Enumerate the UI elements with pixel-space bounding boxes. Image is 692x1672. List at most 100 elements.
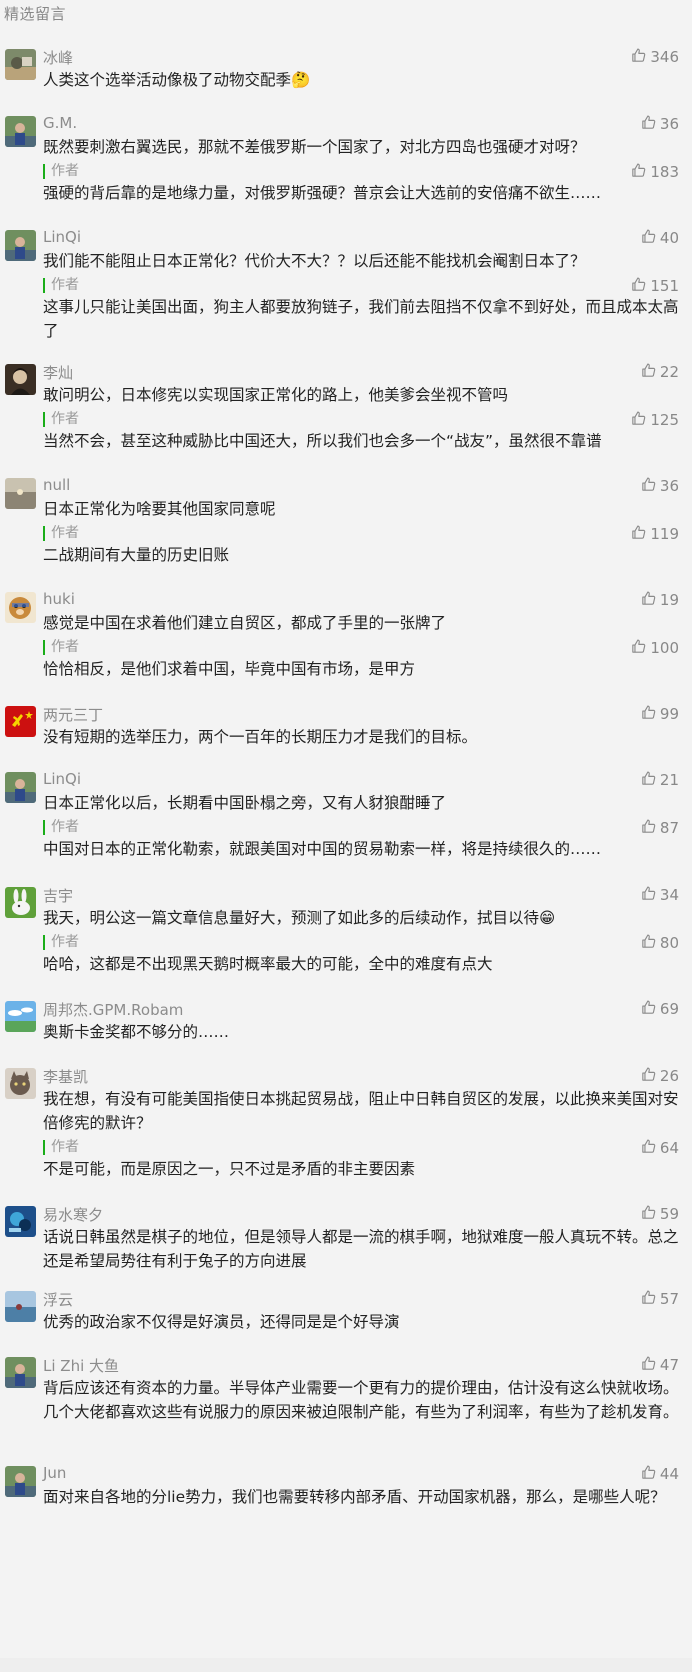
like-button[interactable]: 21 xyxy=(640,770,679,790)
comment-text: 我在想，有没有可能美国指使日本挑起贸易战，阻止中日韩自贸区的发展，以此换来美国对… xyxy=(43,1090,679,1132)
author-reply-tag: 作者 xyxy=(43,640,79,655)
comment-nickname[interactable]: 浮云 xyxy=(43,1289,73,1310)
reply-like-count: 87 xyxy=(659,819,679,837)
comment-nickname[interactable]: 冰峰 xyxy=(43,47,73,68)
comment-nickname[interactable]: LinQi xyxy=(43,770,81,788)
like-button[interactable]: 59 xyxy=(640,1204,679,1224)
thumbs-up-icon xyxy=(630,638,647,659)
author-reply-text: 哈哈，这都是不出现黑天鹅时概率最大的可能，全中的难度有点大 xyxy=(43,955,493,973)
thumbs-up-icon xyxy=(630,276,647,297)
thumbs-up-icon xyxy=(640,999,657,1020)
reply-like-button[interactable]: 64 xyxy=(640,1138,679,1158)
like-button[interactable]: 36 xyxy=(640,476,679,496)
comment-nickname[interactable]: LinQi xyxy=(43,228,81,246)
author-reply-tag: 作者 xyxy=(43,278,79,293)
like-button[interactable]: 19 xyxy=(640,590,679,610)
reply-like-count: 125 xyxy=(650,411,679,429)
sky-avatar[interactable] xyxy=(5,1001,36,1032)
like-count: 47 xyxy=(659,1356,679,1374)
blue-art-avatar[interactable] xyxy=(5,1206,36,1237)
thumbs-up-icon xyxy=(630,162,647,183)
author-reply-tag: 作者 xyxy=(43,820,79,835)
dog-avatar[interactable] xyxy=(5,592,36,623)
thumbs-up-icon xyxy=(640,770,657,791)
red-flag-avatar[interactable] xyxy=(5,706,36,737)
reply-like-count: 151 xyxy=(650,277,679,295)
reply-like-button[interactable]: 125 xyxy=(630,410,679,430)
thumbs-up-icon xyxy=(640,1066,657,1087)
like-count: 19 xyxy=(659,591,679,609)
author-reply-text: 强硬的背后靠的是地缘力量，对俄罗斯强硬？普京会让大选前的安倍痛不欲生…… xyxy=(43,184,602,202)
person-avatar[interactable] xyxy=(5,116,36,147)
like-button[interactable]: 44 xyxy=(640,1464,679,1484)
thumbs-up-icon xyxy=(640,1464,657,1485)
author-reply-text: 不是可能，而是原因之一，只不过是矛盾的非主要因素 xyxy=(43,1160,416,1178)
like-button[interactable]: 36 xyxy=(640,114,679,134)
like-count: 44 xyxy=(659,1465,679,1483)
comment-nickname[interactable]: 李基凯 xyxy=(43,1066,88,1087)
like-count: 59 xyxy=(659,1205,679,1223)
comment-nickname[interactable]: G.M. xyxy=(43,114,77,132)
thumbs-up-icon xyxy=(640,228,657,249)
like-count: 346 xyxy=(650,48,679,66)
comment-nickname[interactable]: 两元三丁 xyxy=(43,704,103,725)
thumbs-up-icon xyxy=(630,47,647,68)
comment-nickname[interactable]: 周邦杰.GPM.Robam xyxy=(43,999,183,1020)
rabbit-avatar[interactable] xyxy=(5,887,36,918)
like-count: 26 xyxy=(659,1067,679,1085)
person-avatar[interactable] xyxy=(5,1466,36,1497)
like-button[interactable]: 22 xyxy=(640,362,679,382)
comment-text: 背后应该还有资本的力量。半导体产业需要一个更有力的提价理由，估计没有这么快就收场… xyxy=(43,1379,679,1421)
like-count: 57 xyxy=(659,1290,679,1308)
reply-like-button[interactable]: 87 xyxy=(640,818,679,838)
reply-like-button[interactable]: 183 xyxy=(630,162,679,182)
thumbs-up-icon xyxy=(640,885,657,906)
reply-like-button[interactable]: 119 xyxy=(630,524,679,544)
comment-nickname[interactable]: huki xyxy=(43,590,75,608)
reply-like-button[interactable]: 100 xyxy=(630,638,679,658)
author-reply-tag: 作者 xyxy=(43,164,79,179)
comment-nickname[interactable]: 吉宇 xyxy=(43,885,73,906)
like-count: 40 xyxy=(659,229,679,247)
person-avatar[interactable] xyxy=(5,1357,36,1388)
comments-list: 冰峰 346 人类这个选举活动像极了动物交配季🤔 G.M. 36 既然要刺激右翼选民，那就… xyxy=(0,0,692,1672)
lake-avatar[interactable] xyxy=(5,1291,36,1322)
reply-like-button[interactable]: 80 xyxy=(640,933,679,953)
comment-text: 既然要刺激右翼选民，那就不差俄罗斯一个国家了，对北方四岛也强硬才对呀？ xyxy=(43,138,586,156)
reply-like-count: 183 xyxy=(650,163,679,181)
thumbs-up-icon xyxy=(640,933,657,954)
like-button[interactable]: 57 xyxy=(640,1289,679,1309)
rock-landscape-avatar[interactable] xyxy=(5,49,36,80)
thumbs-up-icon xyxy=(630,524,647,545)
like-button[interactable]: 99 xyxy=(640,704,679,724)
comment-text: 感觉是中国在求着他们建立自贸区，都成了手里的一张牌了 xyxy=(43,614,447,632)
thumbs-up-icon xyxy=(640,1289,657,1310)
comment-text: 敢问明公，日本修宪以实现国家正常化的路上，他美爹会坐视不管吗 xyxy=(43,386,509,404)
author-reply-tag: 作者 xyxy=(43,526,79,541)
comment-nickname[interactable]: 李灿 xyxy=(43,362,73,383)
like-button[interactable]: 346 xyxy=(630,47,679,67)
sunset-avatar[interactable] xyxy=(5,478,36,509)
comment-nickname[interactable]: Li Zhi 大鱼 xyxy=(43,1355,119,1376)
comment-text: 日本正常化为啥要其他国家同意呢 xyxy=(43,500,276,518)
cat-avatar[interactable] xyxy=(5,1068,36,1099)
comment-nickname[interactable]: Jun xyxy=(43,1464,66,1482)
author-reply-text: 中国对日本的正常化勒索，就跟美国对中国的贸易勒索一样，将是持续很久的…… xyxy=(43,840,602,858)
comment-text: 日本正常化以后，长期看中国卧榻之旁，又有人豺狼酣睡了 xyxy=(43,794,447,812)
reply-like-button[interactable]: 151 xyxy=(630,276,679,296)
person-avatar[interactable] xyxy=(5,230,36,261)
like-button[interactable]: 40 xyxy=(640,228,679,248)
person-avatar[interactable] xyxy=(5,772,36,803)
like-button[interactable]: 69 xyxy=(640,999,679,1019)
comment-nickname[interactable]: 易水寒夕 xyxy=(43,1204,103,1225)
thumbs-up-icon xyxy=(640,1138,657,1159)
portrait-avatar[interactable] xyxy=(5,364,36,395)
like-count: 36 xyxy=(659,477,679,495)
like-count: 69 xyxy=(659,1000,679,1018)
comment-text: 没有短期的选举压力，两个一百年的长期压力才是我们的目标。 xyxy=(43,728,478,746)
like-button[interactable]: 26 xyxy=(640,1066,679,1086)
like-button[interactable]: 34 xyxy=(640,885,679,905)
comment-nickname[interactable]: null xyxy=(43,476,70,494)
like-button[interactable]: 47 xyxy=(640,1355,679,1375)
author-reply-text: 恰恰相反，是他们求着中国，毕竟中国有市场，是甲方 xyxy=(43,660,416,678)
